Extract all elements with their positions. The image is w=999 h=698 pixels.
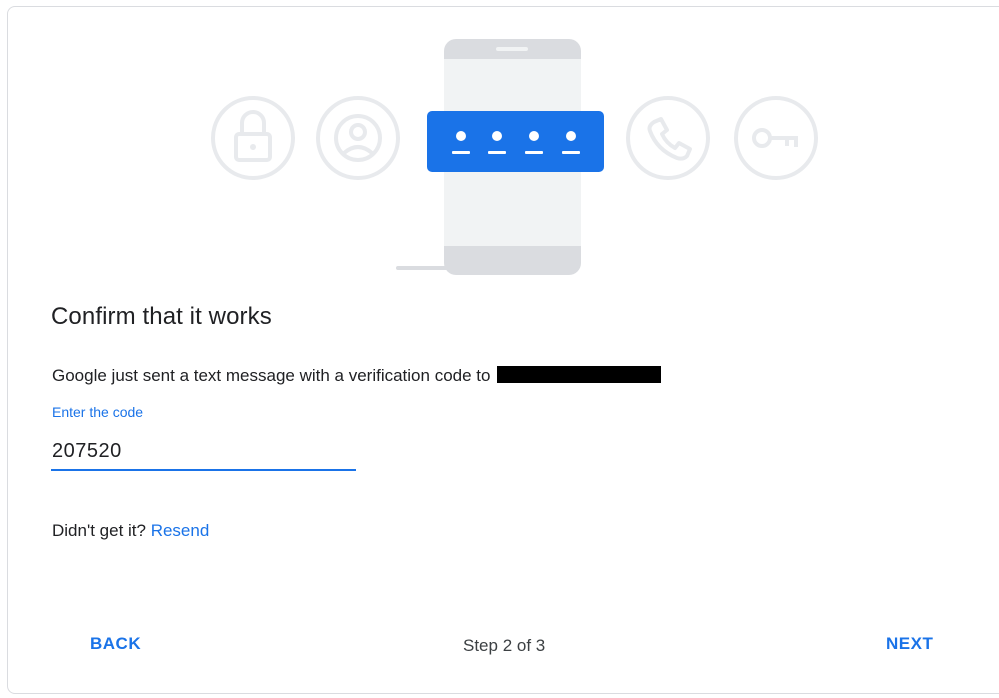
lock-icon xyxy=(211,96,295,180)
verification-code-input[interactable] xyxy=(51,437,356,471)
phone-icon xyxy=(626,96,710,180)
back-button[interactable]: BACK xyxy=(90,634,141,654)
code-field-label: Enter the code xyxy=(52,404,144,420)
verification-illustration xyxy=(198,35,838,281)
key-icon xyxy=(734,96,818,180)
description-text: Google just sent a text message with a v… xyxy=(52,366,662,386)
redacted-phone-number xyxy=(497,366,662,383)
step-indicator: Step 2 of 3 xyxy=(463,636,546,655)
verification-card: Confirm that it works Google just sent a… xyxy=(7,6,999,694)
account-icon xyxy=(316,96,400,180)
resend-row: Didn't get it? Resend xyxy=(52,521,209,541)
resend-prompt: Didn't get it? xyxy=(52,521,146,540)
next-button[interactable]: NEXT xyxy=(886,634,933,654)
description-message: Google just sent a text message with a v… xyxy=(52,366,491,385)
verification-code-icon xyxy=(427,111,604,172)
resend-link[interactable]: Resend xyxy=(151,521,210,540)
page-title: Confirm that it works xyxy=(51,303,272,330)
